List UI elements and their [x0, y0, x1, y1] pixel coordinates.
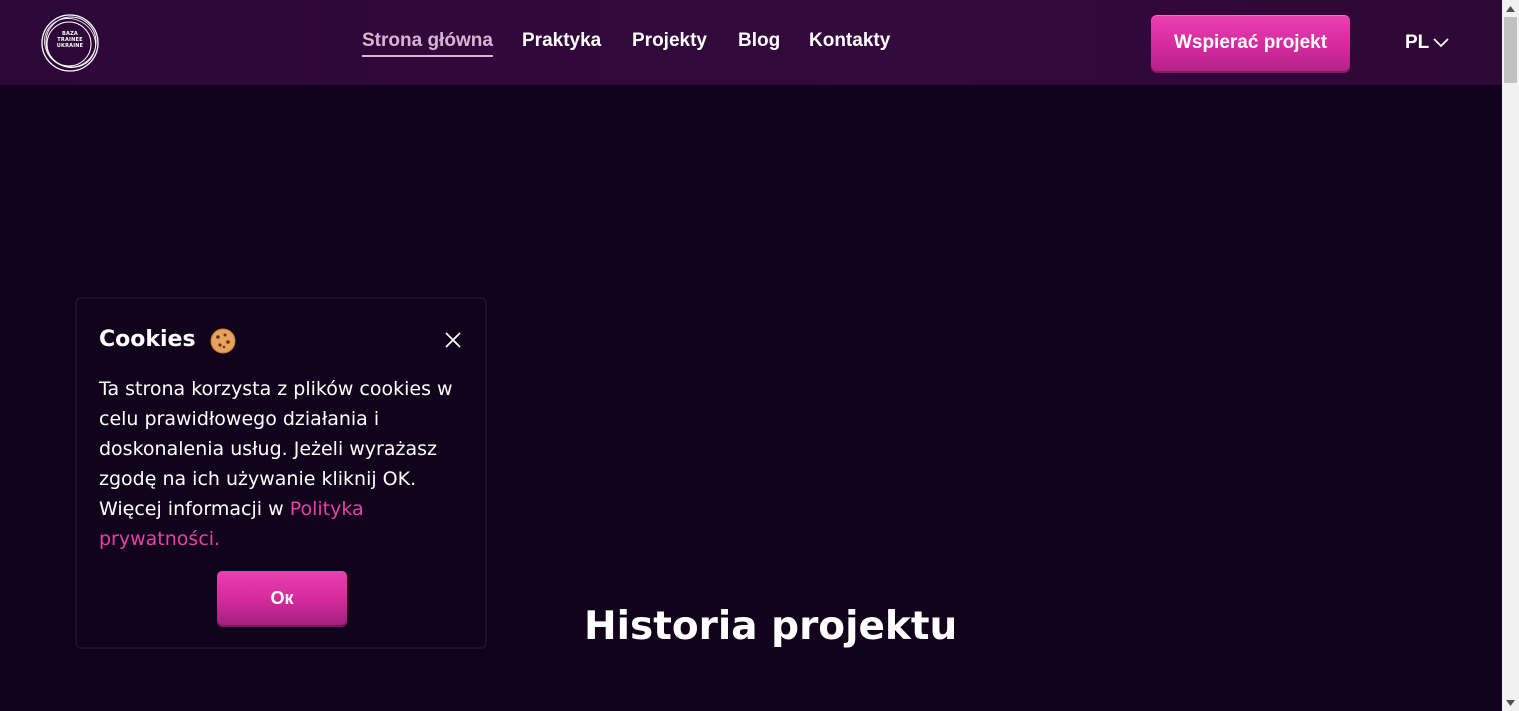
cookie-banner: Cookies Ta strona korzysta z plików cook… — [75, 297, 487, 649]
nav-item-projects[interactable]: Projekty — [632, 30, 707, 52]
chevron-down-icon — [1433, 38, 1449, 48]
cookie-message: Ta strona korzysta z plików cookies w ce… — [99, 378, 453, 520]
logo[interactable]: BAZA TRAINEE UKRAINE — [40, 13, 100, 73]
nav-item-home[interactable]: Strona główna — [362, 30, 493, 57]
support-project-button[interactable]: Wspierać projekt — [1151, 15, 1350, 71]
logo-line-3: UKRAINE — [56, 43, 84, 49]
section-title: Historia projektu — [584, 604, 958, 649]
scrollbar-thumb[interactable] — [1504, 17, 1517, 83]
nav-item-blog[interactable]: Blog — [738, 30, 780, 52]
logo-text: BAZA TRAINEE UKRAINE — [40, 31, 100, 49]
cookie-banner-text: Ta strona korzysta z plików cookies w ce… — [99, 374, 469, 554]
site-header: BAZA TRAINEE UKRAINE Strona główna Prakt… — [0, 0, 1502, 85]
nav-item-contacts[interactable]: Kontakty — [809, 30, 890, 52]
language-label: PL — [1405, 32, 1430, 53]
scroll-down-arrow-icon[interactable] — [1502, 694, 1519, 711]
scrollbar[interactable] — [1502, 0, 1519, 711]
close-icon[interactable] — [443, 330, 463, 350]
cookie-banner-title: Cookies — [99, 327, 196, 352]
language-selector[interactable]: PL — [1405, 30, 1449, 56]
cookie-icon — [210, 328, 236, 354]
scroll-up-arrow-icon[interactable] — [1502, 0, 1519, 17]
nav-item-practice[interactable]: Praktyka — [522, 30, 601, 52]
cookie-ok-button[interactable]: Ок — [217, 571, 347, 625]
